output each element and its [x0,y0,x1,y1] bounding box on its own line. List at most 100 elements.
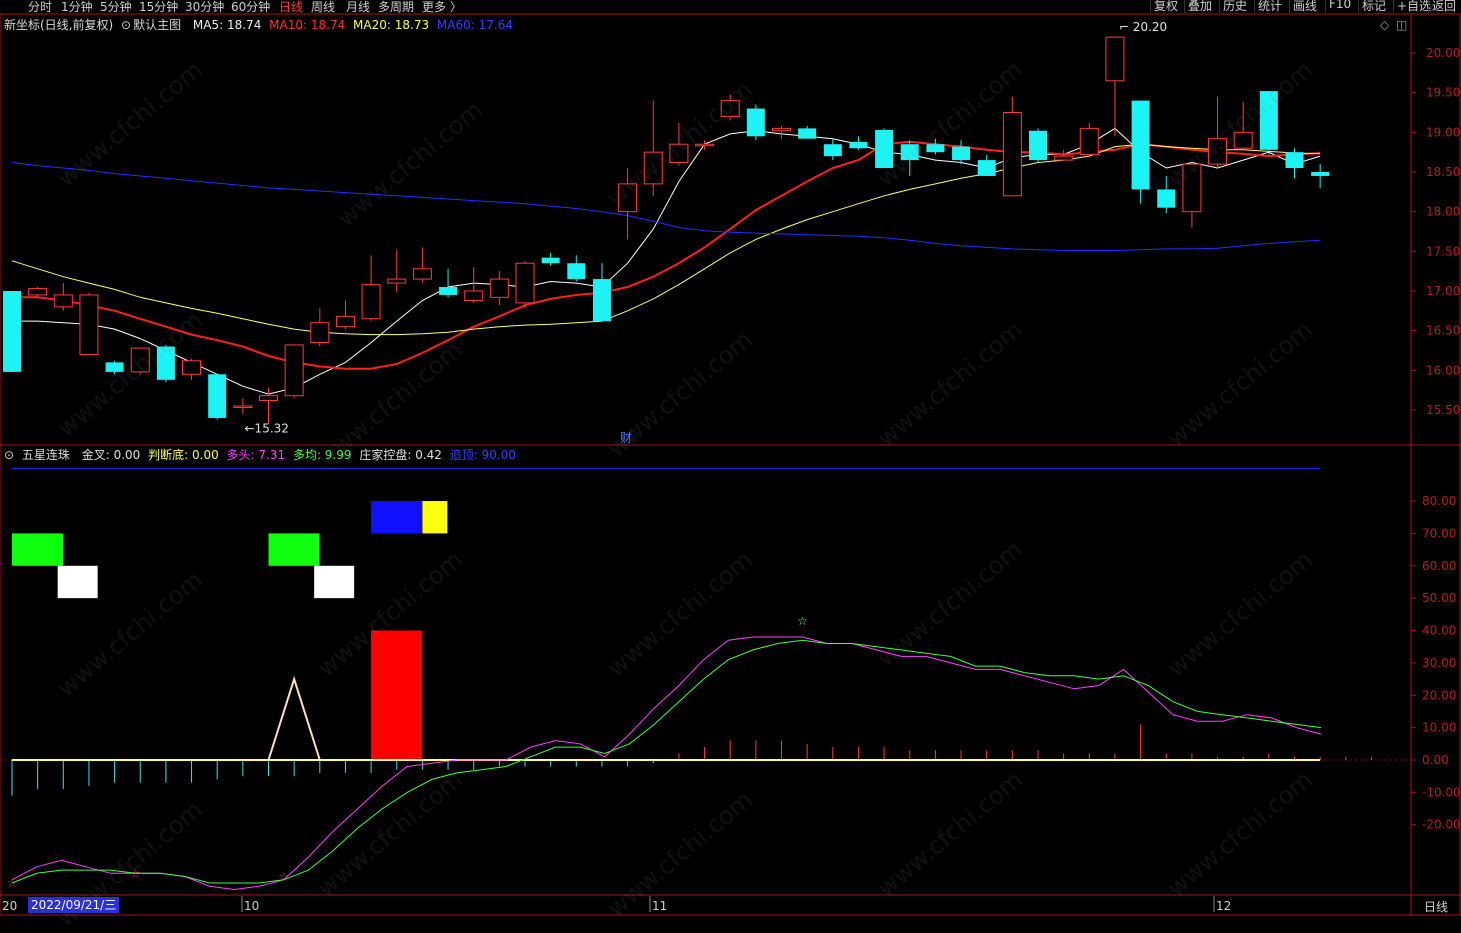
x-label: 12 [1216,899,1231,913]
candle-body [361,284,381,320]
candle-body [387,278,407,284]
y-tick-label: 70.00 [1422,526,1456,540]
y-tick-label: 40.00 [1422,624,1456,638]
indicator-line [11,639,1322,884]
star-marker: ☆ [797,614,808,628]
cursor-date: 2022/09/21/三 [28,897,120,913]
jincha-value: 金叉: 0.00 [81,448,141,462]
template-name: 默认主图 [133,18,182,32]
y-tick-label: 20.00 [1422,688,1456,702]
y-tick-label: 15.50 [1426,403,1460,417]
y-tick-label: 17.50 [1426,244,1460,258]
candle-body [592,279,611,322]
candle-body [900,144,919,161]
candle-body [1157,189,1176,208]
candle-body [1131,100,1150,190]
y-tick-label: 18.50 [1426,165,1460,179]
indicator-name: 五星连珠 [21,448,70,462]
low-price-label: ←15.32 [245,421,289,435]
candle-body [130,347,150,373]
indicator-selector[interactable]: ⊙ 五星连珠 [4,448,78,462]
zhuang-value: 庄家控盘: 0.42 [359,448,442,462]
template-selector[interactable]: ⊙ 默认主图 [121,18,189,32]
candle-body [1311,171,1330,176]
stock-title[interactable]: 新坐标(日线,前复权) [4,18,113,32]
candle-body [875,129,894,169]
duotou-value: 多头: 7.31 [226,448,286,462]
ma-line-ma20 [11,143,1321,336]
y-tick-label: 19.00 [1426,125,1460,139]
signal-block-green [12,533,63,566]
candle-body [310,322,330,344]
chevron-down-icon: ⊙ [4,448,15,462]
indicator-header: ⊙ 五星连珠 金叉: 0.00 判断底: 0.00 多头: 7.31 多均: 9… [4,446,520,463]
high-price-label: ⌐ 20.20 [1119,20,1167,34]
candle-body [464,290,484,302]
y-tick-label: -20.00 [1422,818,1461,832]
candle-body [1054,155,1074,161]
candle-body [105,362,124,372]
candle-body [926,144,945,153]
period-label[interactable]: 日线 [1424,898,1448,915]
candle-body [53,294,73,308]
ma20-legend: MA20: 18.73 [353,18,430,32]
y-tick-label: 80.00 [1422,494,1456,508]
triangle-signal [267,675,321,761]
x-label: 10 [244,899,259,913]
candle-body [849,141,868,149]
ma-line-ma60 [11,162,1321,251]
signal-block-blue [371,501,423,534]
indicator-line [11,636,1322,891]
candle-body [156,346,175,380]
main-chart-header: 新坐标(日线,前复权) ⊙ 默认主图 MA5: 18.74 MA10: 18.74… [4,16,517,33]
candle-body [79,294,99,355]
cai-marker: 财 [620,431,632,445]
y-tick-label: 60.00 [1422,559,1456,573]
candle-body [823,144,842,157]
x-label: 11 [652,899,667,913]
candle-body [28,288,48,296]
y-tick-label: 19.50 [1426,86,1460,100]
outer-frame [0,13,1461,916]
pandi-value: 判断底: 0.00 [148,448,219,462]
candle-body [977,160,996,176]
y-tick-label: 30.00 [1422,656,1456,670]
candle-body [3,290,21,372]
y-tick-label: 10.00 [1422,721,1456,735]
candle-body [567,263,586,280]
candle-body [1002,111,1022,197]
candle-body [284,344,304,397]
candle-body [208,374,227,418]
candle-body [720,100,740,117]
y-tick-label: 20.00 [1426,46,1460,60]
candle-body [772,127,791,132]
signal-block-green [268,533,320,566]
candle-body [439,287,458,295]
candle-body [1079,127,1099,156]
ma-line-ma10 [12,140,1321,370]
candle-body [798,128,817,139]
candle-body [1105,36,1125,82]
star-marker: ☆ [278,870,289,884]
candle-body [515,262,535,304]
signal-block-red [371,630,423,760]
candle-body [1285,152,1304,169]
ma5-legend: MA5: 18.74 [192,18,262,32]
candle-body [1208,138,1228,165]
signal-block-yellow [422,501,448,534]
candle-body [182,360,202,375]
candle-body [1029,130,1047,161]
candle-body [412,268,432,280]
candle-body [1259,91,1278,150]
signal-block-white [57,565,98,599]
duojun-value: 多均: 9.99 [292,448,352,462]
diamond-icon: ◇ [1380,18,1390,32]
candle-body [669,143,689,163]
y-tick-label: 16.00 [1426,363,1460,377]
candle-body [643,151,663,185]
y-tick-label: -10.00 [1422,785,1461,799]
y-tick-label: 18.00 [1426,205,1460,219]
star-marker: ☆ [7,876,18,890]
candle-body [1182,163,1202,213]
candle-body [259,395,278,401]
